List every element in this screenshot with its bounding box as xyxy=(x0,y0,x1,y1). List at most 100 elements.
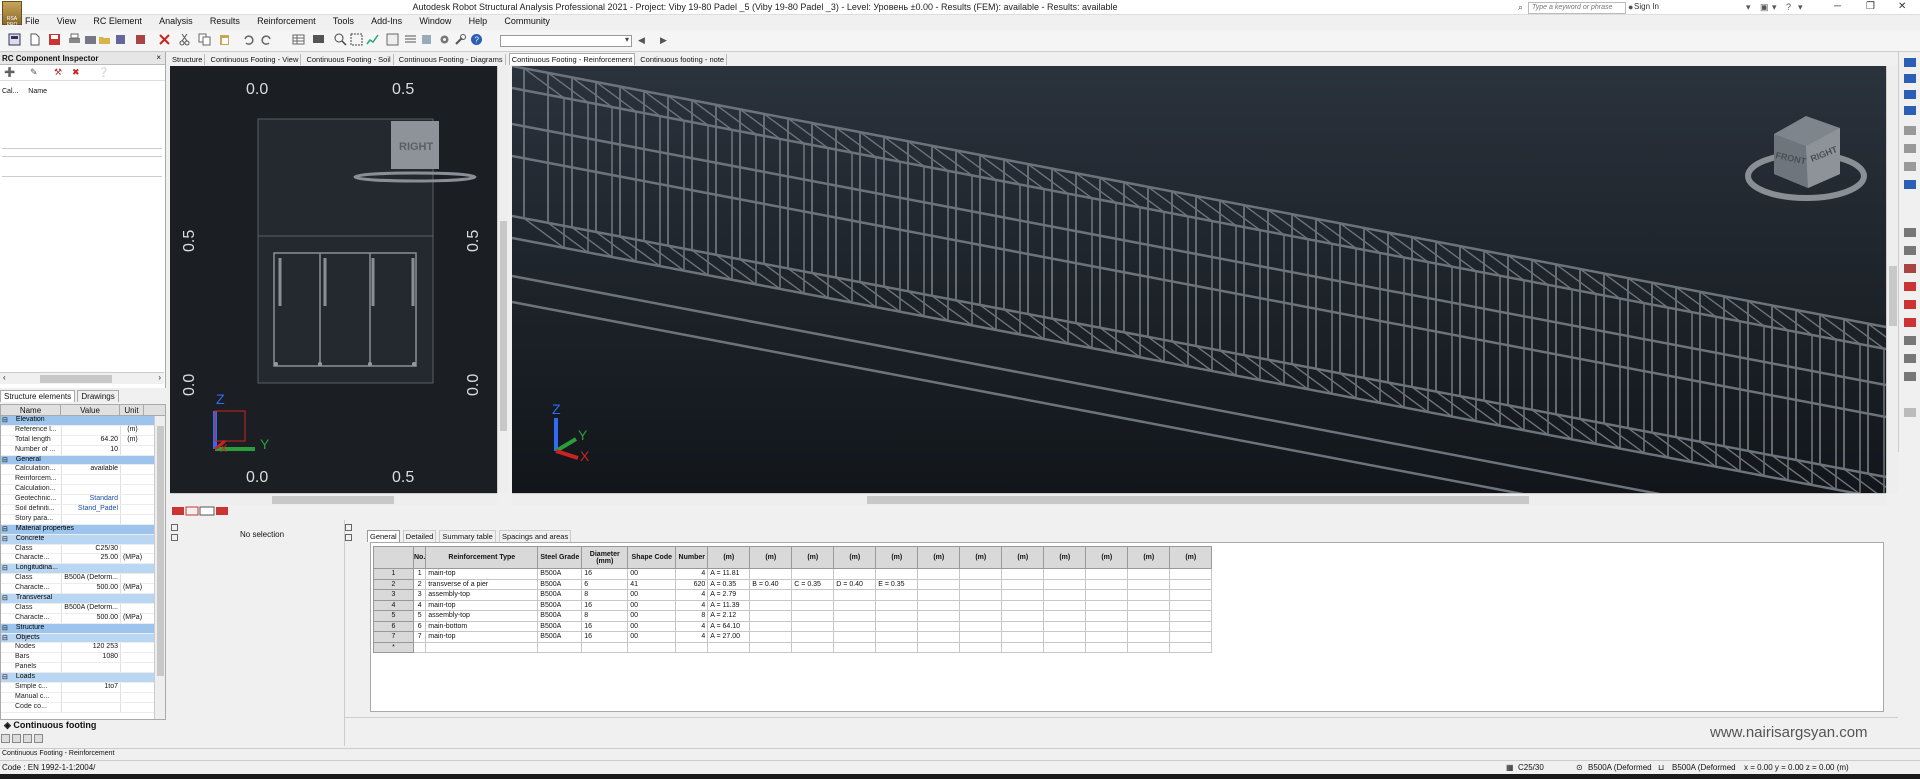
table-row[interactable]: 4 4 main-top B500A 16 00 4 A = 11.39 xyxy=(373,599,1213,611)
section-viewport[interactable]: 0.0 0.5 0.0 0.5 0.5 0.0 0.5 0.0 RIGHT Z … xyxy=(170,66,497,493)
row-header[interactable]: 4 xyxy=(373,599,414,611)
table-cell[interactable]: assembly-top xyxy=(425,610,539,622)
table-cell[interactable] xyxy=(1043,568,1087,580)
table-cell[interactable] xyxy=(833,568,877,580)
display-icon[interactable] xyxy=(312,33,325,46)
inspector-close-button[interactable]: × xyxy=(156,53,161,62)
property-value[interactable] xyxy=(61,475,120,485)
inspector-hscrollbar[interactable]: ‹ › xyxy=(0,372,164,384)
property-row[interactable]: Panels xyxy=(1,663,165,674)
table-cell[interactable] xyxy=(833,610,877,622)
tab-drawings[interactable]: Drawings xyxy=(77,390,119,402)
column-header[interactable]: (m) xyxy=(917,546,961,569)
table-cell[interactable]: 7 xyxy=(412,631,427,643)
table-cell[interactable] xyxy=(1127,610,1171,622)
scroll-thumb[interactable] xyxy=(40,375,112,383)
row-header[interactable]: 7 xyxy=(373,631,414,643)
property-value[interactable]: 500.00 xyxy=(61,584,120,594)
wrench-icon[interactable] xyxy=(454,33,467,46)
table-row[interactable]: 2 2 transverse of a pier B500A 6 41 620 A = 0.3… xyxy=(373,578,1213,590)
next-arrow-icon[interactable]: ▶ xyxy=(660,35,667,46)
table-cell[interactable]: A = 11.81 xyxy=(707,568,751,580)
table-cell[interactable]: 8 xyxy=(581,589,629,601)
table-cell[interactable] xyxy=(917,610,961,622)
property-value[interactable]: 1to7 xyxy=(61,683,120,692)
table-cell[interactable] xyxy=(1127,599,1171,611)
table-cell[interactable]: main-top xyxy=(425,599,539,611)
property-row[interactable]: Characte... 500.00 (MPa) xyxy=(1,613,165,624)
column-calc[interactable]: Cal... xyxy=(2,88,18,95)
tab-structure-elements[interactable]: Structure elements xyxy=(0,390,76,402)
paste-icon[interactable] xyxy=(218,33,231,46)
continuous-footing-tab[interactable]: ◈ Continuous footing xyxy=(0,720,166,732)
table-cell[interactable] xyxy=(1169,631,1213,643)
delete-icon[interactable] xyxy=(158,33,171,46)
table-cell[interactable]: 6 xyxy=(412,620,427,632)
table-cell[interactable] xyxy=(627,641,677,653)
status-steel-transversal[interactable]: B500A (Deformed xyxy=(1672,763,1736,772)
help-dropdown-icon-2[interactable]: ▾ xyxy=(1798,2,1803,13)
property-row[interactable]: Class C25/30 xyxy=(1,544,165,555)
view-mode-icons[interactable] xyxy=(170,506,240,516)
table-cell[interactable] xyxy=(537,641,583,653)
table-cell[interactable]: A = 64.10 xyxy=(707,620,751,632)
redo-icon[interactable] xyxy=(260,33,273,46)
viewcube-3d[interactable]: FRONT RIGHT xyxy=(1745,116,1867,201)
close-icon[interactable]: ✕ xyxy=(1898,1,1906,12)
drawing-icon[interactable] xyxy=(23,734,32,743)
table-cell[interactable] xyxy=(875,631,919,643)
table-cell[interactable] xyxy=(1127,631,1171,643)
binoculars-icon[interactable]: ⌕ xyxy=(1518,2,1523,13)
table-cell[interactable]: main-bottom xyxy=(425,620,539,632)
table-cell[interactable]: B500A xyxy=(537,620,583,632)
table-row[interactable]: 3 3 assembly-top B500A 8 00 4 A = 2.79 xyxy=(373,589,1213,601)
table-row[interactable]: 5 5 assembly-top B500A 8 00 8 A = 2.12 xyxy=(373,610,1213,622)
column-name[interactable]: Name xyxy=(28,88,47,95)
table-cell[interactable]: main-top xyxy=(425,568,539,580)
property-row[interactable]: Characte... 500.00 (MPa) xyxy=(1,584,165,595)
table-cell[interactable] xyxy=(1001,578,1045,590)
rebar-icon[interactable] xyxy=(12,734,21,743)
case-selector[interactable] xyxy=(500,35,632,47)
table-cell[interactable]: B500A xyxy=(537,589,583,601)
row-header[interactable]: 6 xyxy=(373,620,414,632)
column-header[interactable]: Number xyxy=(675,546,709,569)
property-value[interactable] xyxy=(61,425,120,435)
table-cell[interactable]: main-top xyxy=(425,631,539,643)
preview-icon[interactable] xyxy=(114,33,127,46)
scroll-thumb[interactable] xyxy=(157,426,164,676)
property-value[interactable]: 25.00 xyxy=(61,554,120,564)
menu-analysis[interactable]: Analysis xyxy=(159,16,193,26)
table-cell[interactable] xyxy=(959,641,1003,653)
table-row[interactable]: 7 7 main-top B500A 16 00 4 A = 27.00 xyxy=(373,631,1213,643)
restore-icon[interactable]: ❐ xyxy=(1866,1,1875,12)
scroll-thumb[interactable] xyxy=(867,496,1529,504)
property-row[interactable]: Geotechnic... Standard xyxy=(1,495,165,506)
menu-tools[interactable]: Tools xyxy=(333,16,354,26)
property-row[interactable]: Characte... 25.00 (MPa) xyxy=(1,554,165,565)
measure-icon[interactable] xyxy=(1904,336,1916,345)
open-icon[interactable] xyxy=(98,33,111,46)
column-header[interactable] xyxy=(373,546,414,569)
property-value[interactable]: 120 253 xyxy=(61,643,120,653)
table-cell[interactable] xyxy=(833,631,877,643)
rebar-icon[interactable] xyxy=(404,33,417,46)
table-cell[interactable] xyxy=(1169,641,1213,653)
table-cell[interactable]: 620 xyxy=(675,578,709,590)
cart-icon[interactable]: ▣ xyxy=(1760,2,1769,13)
table-cell[interactable] xyxy=(791,589,835,601)
column-header[interactable]: (m) xyxy=(1001,546,1045,569)
tab-spacings-and-areas[interactable]: Spacings and areas xyxy=(498,530,572,542)
pin-icon[interactable] xyxy=(171,524,178,531)
table-cell[interactable]: 16 xyxy=(581,620,629,632)
rc-calc-icon[interactable] xyxy=(386,33,399,46)
column-header[interactable]: No. xyxy=(412,546,427,569)
table-cell[interactable]: 6 xyxy=(581,578,629,590)
undo-icon[interactable] xyxy=(242,33,255,46)
table-cell[interactable] xyxy=(1001,568,1045,580)
table-cell[interactable]: 00 xyxy=(627,589,677,601)
column-header[interactable]: Reinforcement Type xyxy=(425,546,539,569)
table-cell[interactable] xyxy=(425,641,539,653)
table-cell[interactable] xyxy=(1169,610,1213,622)
layer-icon[interactable] xyxy=(1904,144,1916,153)
